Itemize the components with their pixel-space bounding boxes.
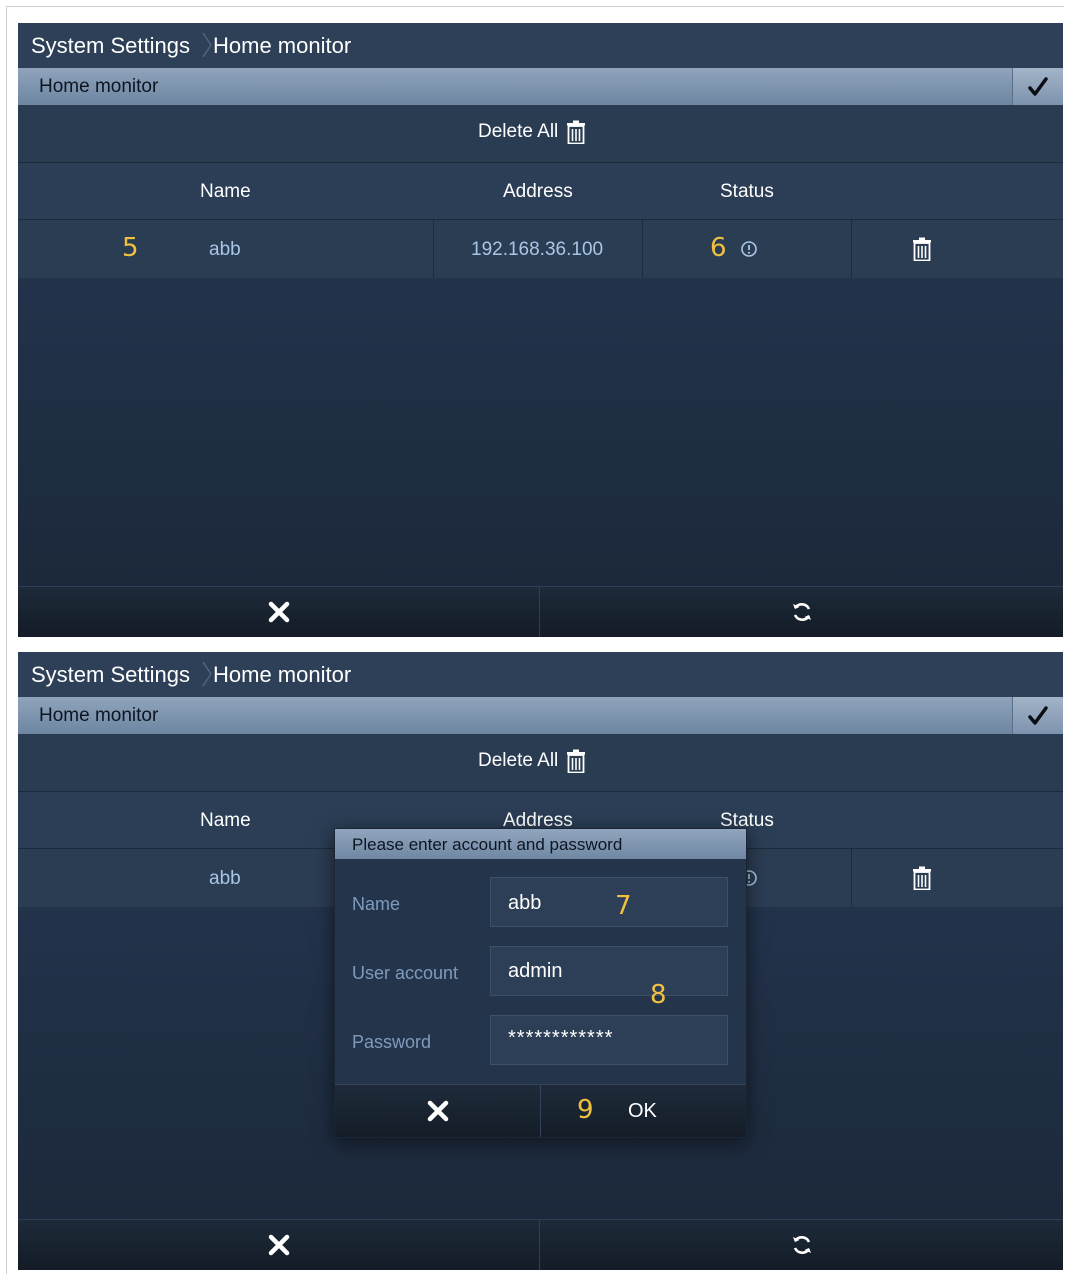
refresh-icon (792, 603, 811, 621)
breadcrumb-system-settings[interactable]: System Settings (31, 662, 190, 688)
column-header-status: Status (720, 181, 774, 202)
checkmark-icon (1028, 76, 1048, 96)
section-header: Home monitor (18, 68, 1063, 105)
checkmark-icon (1028, 705, 1048, 725)
refresh-button[interactable] (540, 587, 1063, 637)
password-field[interactable]: ************ (490, 1015, 728, 1065)
column-header-name: Name (200, 181, 251, 202)
cell-delete (852, 849, 1063, 907)
ok-label: OK (628, 1100, 657, 1122)
refresh-button[interactable] (540, 1220, 1063, 1270)
bottom-toolbar (18, 1219, 1063, 1270)
cell-delete (852, 220, 1063, 278)
trash-icon (567, 749, 586, 773)
delete-row-button-trash-icon[interactable] (912, 866, 932, 890)
refresh-icon (792, 1236, 811, 1254)
table-row[interactable]: abb 192.168.36.100 (18, 220, 1063, 278)
dialog-cancel-button[interactable] (335, 1085, 541, 1137)
close-icon (427, 1100, 448, 1122)
cancel-button[interactable] (18, 587, 540, 637)
callout-number-9: 9 (577, 1095, 594, 1125)
delete-all-row: Delete All (18, 105, 1063, 163)
breadcrumb-separator-icon (202, 661, 212, 687)
user-account-label: User account (352, 963, 459, 983)
breadcrumb: System Settings Home monitor (18, 23, 1063, 68)
trash-icon (567, 120, 586, 144)
confirm-button[interactable] (1012, 68, 1063, 105)
name-field[interactable]: abb (490, 877, 728, 927)
row-name: abb (209, 239, 241, 260)
info-circle-icon (741, 241, 757, 257)
table-header: Name Address Status (18, 163, 1063, 220)
delete-all-button[interactable]: Delete All (478, 749, 586, 773)
name-field-value: abb (508, 892, 542, 914)
close-icon (268, 601, 289, 623)
callout-number-8: 8 (650, 980, 667, 1010)
user-account-field-value: admin (508, 960, 563, 982)
dialog-title: Please enter account and password (352, 835, 623, 854)
delete-all-row: Delete All (18, 734, 1063, 792)
breadcrumb-home-monitor: Home monitor (213, 33, 352, 58)
row-address: 192.168.36.100 (471, 239, 604, 260)
breadcrumb-system-settings[interactable]: System Settings (31, 33, 190, 59)
delete-all-label: Delete All (478, 121, 559, 142)
section-title: Home monitor (39, 705, 159, 726)
breadcrumb: System Settings Home monitor (18, 652, 1063, 697)
screen-home-monitor-list: System Settings Home monitor Home monito… (18, 23, 1063, 637)
breadcrumb-home-monitor: Home monitor (213, 662, 352, 687)
name-label: Name (352, 894, 401, 914)
cell-name: abb (18, 220, 434, 278)
delete-all-button[interactable]: Delete All (478, 120, 586, 144)
delete-all-label: Delete All (478, 750, 559, 771)
delete-row-button-trash-icon[interactable] (912, 237, 932, 261)
login-dialog: Please enter account and password Name a… (334, 828, 747, 1138)
confirm-button[interactable] (1012, 697, 1063, 734)
callout-number-5: 5 (122, 233, 139, 263)
cancel-button[interactable] (18, 1220, 540, 1270)
password-label: Password (352, 1032, 432, 1052)
cell-address: 192.168.36.100 (434, 220, 643, 278)
section-title: Home monitor (39, 76, 159, 97)
section-header: Home monitor (18, 697, 1063, 734)
cell-status (643, 220, 852, 278)
dialog-title-bar: Please enter account and password (335, 829, 746, 859)
callout-number-6: 6 (710, 233, 727, 263)
bottom-toolbar (18, 586, 1063, 637)
screen-home-monitor-login-dialog: System Settings Home monitor Home monito… (18, 652, 1063, 1270)
dialog-ok-button[interactable]: OK (541, 1085, 746, 1137)
row-name: abb (209, 868, 241, 889)
user-account-field[interactable]: admin (490, 946, 728, 996)
password-field-value: ************ (508, 1027, 614, 1049)
callout-number-7: 7 (615, 891, 632, 921)
column-header-name: Name (200, 810, 251, 831)
column-header-address: Address (503, 181, 573, 202)
dialog-actions: OK (335, 1084, 746, 1137)
close-icon (268, 1234, 289, 1256)
breadcrumb-separator-icon (202, 32, 212, 58)
